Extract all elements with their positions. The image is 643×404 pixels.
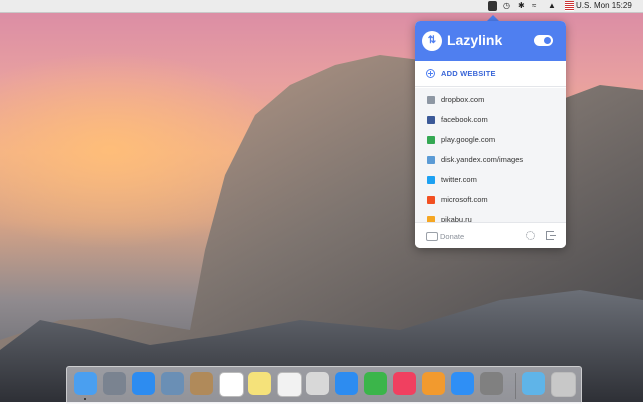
website-item[interactable]: play.google.com [415,130,566,150]
toggle-knob [544,37,551,44]
website-item[interactable]: microsoft.com [415,190,566,210]
website-item[interactable]: dropbox.com [415,90,566,110]
dock-separator [515,373,516,399]
ibooks-icon[interactable] [422,372,445,395]
safari-icon[interactable] [132,372,155,395]
contacts-icon[interactable] [190,372,213,395]
mail-icon[interactable] [161,372,184,395]
time-machine-icon[interactable]: ◷ [503,1,510,11]
us-flag-icon[interactable] [565,1,574,11]
reminders-icon[interactable] [277,372,302,397]
popover-header: ⇅ Lazylink [415,21,566,61]
website-item[interactable]: pikabu.ru [415,210,566,222]
website-label: twitter.com [441,175,477,184]
facetime-icon[interactable] [364,372,387,395]
photos-preview-icon[interactable] [306,372,329,395]
website-list[interactable]: dropbox.com facebook.com play.google.com di… [415,88,566,222]
google-play-icon [427,136,435,144]
donate-icon[interactable] [426,232,438,241]
quit-icon[interactable] [546,231,556,240]
add-website-button[interactable]: ADD WEBSITE [415,61,566,87]
finder-icon[interactable] [74,372,97,395]
dock [66,366,582,404]
lazylink-menubar-icon[interactable] [488,1,497,11]
trash-icon[interactable] [551,372,576,397]
microsoft-icon [427,196,435,204]
menu-bar: ◷ ✱ ≈ ▲ U.S. Mon 15:29 [0,0,643,13]
website-item[interactable]: twitter.com [415,170,566,190]
yandex-disk-icon [427,156,435,164]
wifi-icon[interactable]: ≈ [532,1,536,11]
enable-toggle[interactable] [534,35,553,46]
bluetooth-icon[interactable]: ✱ [518,1,525,11]
volume-icon[interactable]: ▲ [548,1,556,11]
website-item[interactable]: disk.yandex.com/images [415,150,566,170]
launchpad-icon[interactable] [103,372,126,395]
lazylink-popover: ⇅ Lazylink ADD WEBSITE dropbox.com facebo… [415,21,566,248]
dropbox-icon [427,96,435,104]
donate-link[interactable]: Donate [440,232,464,241]
app-title: Lazylink [447,32,503,48]
system-preferences-icon[interactable] [480,372,503,395]
itunes-icon[interactable] [393,372,416,395]
downloads-icon[interactable] [522,372,545,395]
running-indicator [84,398,86,400]
app-store-icon[interactable] [451,372,474,395]
twitter-icon [427,176,435,184]
popover-footer: Donate [415,222,566,248]
website-label: facebook.com [441,115,488,124]
clock-label[interactable]: Mon 15:29 [594,1,632,11]
facebook-icon [427,116,435,124]
settings-gear-icon[interactable] [526,231,535,240]
website-label: microsoft.com [441,195,488,204]
lazylink-logo-icon: ⇅ [422,31,442,51]
plus-circle-icon [426,69,435,78]
add-website-label: ADD WEBSITE [441,69,496,78]
website-label: disk.yandex.com/images [441,155,524,164]
calendar-icon[interactable] [219,372,244,397]
website-label: play.google.com [441,135,496,144]
website-item[interactable]: facebook.com [415,110,566,130]
input-source-label[interactable]: U.S. [576,1,592,11]
notes-icon[interactable] [248,372,271,395]
messages-icon[interactable] [335,372,358,395]
website-label: dropbox.com [441,95,485,104]
website-label: pikabu.ru [441,215,472,222]
